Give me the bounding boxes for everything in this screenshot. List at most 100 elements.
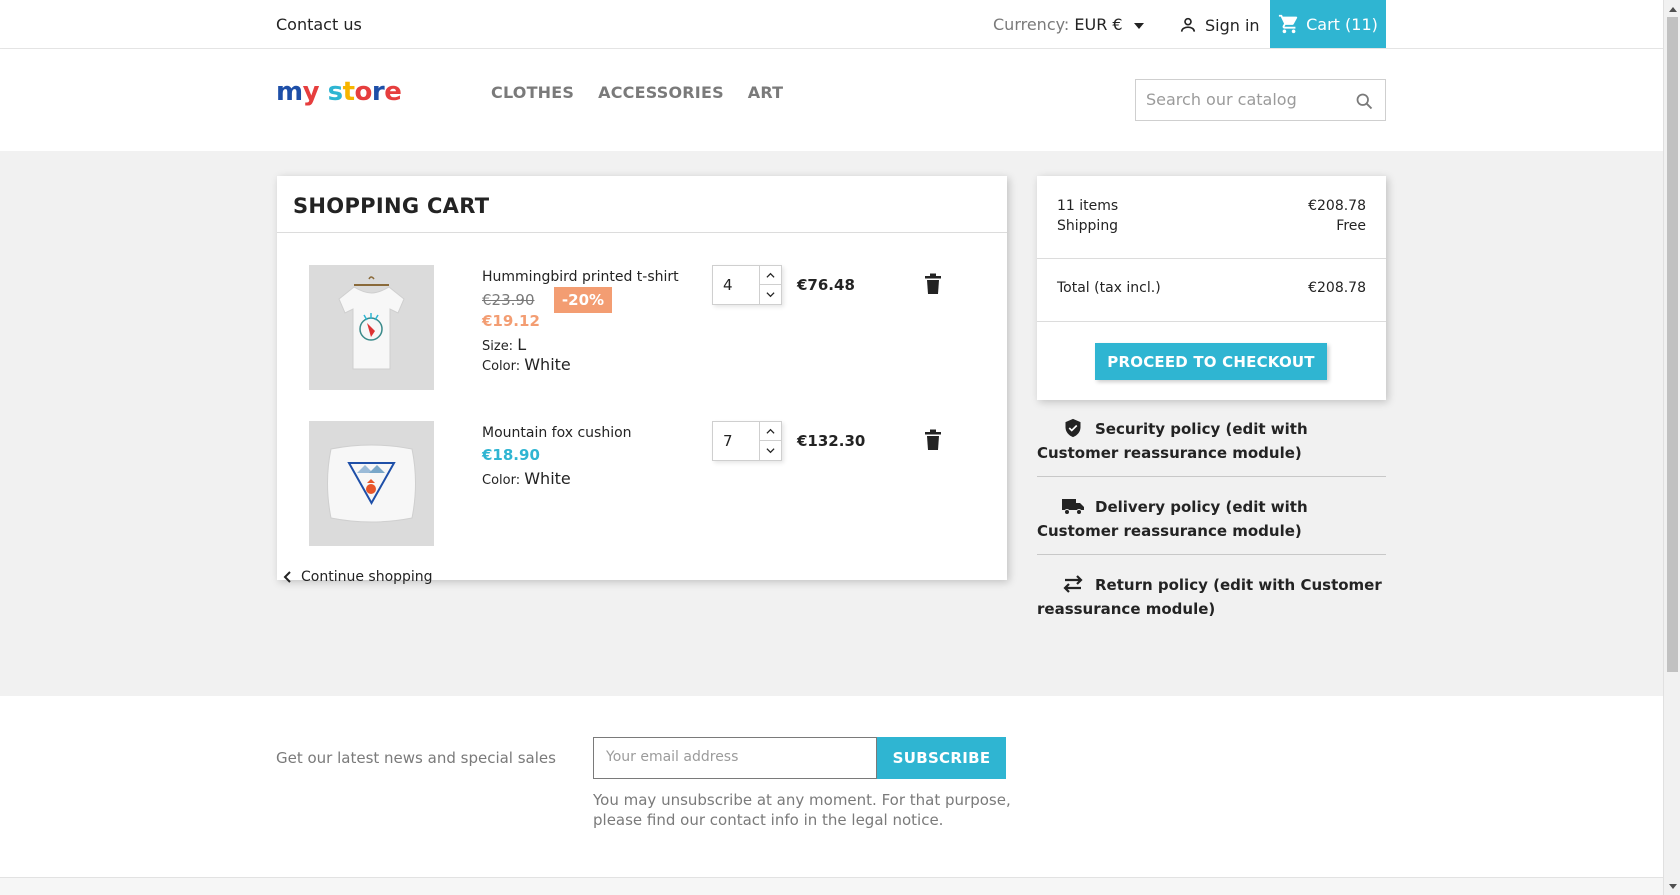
currency-label: Currency: <box>993 15 1070 34</box>
cart-line-item: Mountain fox cushion €18.90 Color: White… <box>277 421 1007 561</box>
quantity-decrease-button[interactable] <box>760 285 781 304</box>
chevron-down-icon <box>766 448 775 454</box>
color-label: Color: <box>482 473 521 488</box>
logo-letter: e <box>384 77 402 107</box>
regular-price: €23.90 <box>482 291 535 309</box>
divider <box>277 232 1007 233</box>
main-content: SHOPPING CART Hummingbird printed t-shir… <box>0 151 1663 696</box>
chevron-left-icon <box>283 571 291 583</box>
divider <box>1037 321 1386 322</box>
email-field-wrapper <box>593 737 877 779</box>
quantity-decrease-button[interactable] <box>760 441 781 460</box>
currency-value: EUR € <box>1074 15 1123 34</box>
logo-letter: y <box>302 77 320 107</box>
summary-shipping-row: Shipping Free <box>1057 218 1366 234</box>
scrollbar[interactable] <box>1663 0 1680 895</box>
quantity-stepper <box>712 265 782 305</box>
product-name-link[interactable]: Mountain fox cushion <box>482 425 632 441</box>
main-menu: CLOTHES ACCESSORIES ART <box>491 83 783 102</box>
product-image[interactable] <box>309 265 434 390</box>
newsletter-section: Get our latest news and special sales SU… <box>0 696 1663 881</box>
triangle-up-icon <box>1668 6 1677 12</box>
shopping-cart-icon <box>1279 14 1298 34</box>
menu-item-clothes[interactable]: CLOTHES <box>491 83 574 102</box>
scroll-up-button[interactable] <box>1664 0 1680 17</box>
triangle-down-icon <box>1668 883 1677 889</box>
newsletter-label: Get our latest news and special sales <box>276 749 556 767</box>
reassurance-text: Delivery policy (edit with <box>1095 498 1308 516</box>
site-header: my store CLOTHES ACCESSORIES ART <box>0 49 1663 151</box>
quantity-increase-button[interactable] <box>760 422 781 441</box>
quantity-input[interactable] <box>713 266 760 304</box>
top-nav-bar: Contact us Currency: EUR € Sign in Cart … <box>0 0 1663 49</box>
summary-total-row: Total (tax incl.) €208.78 <box>1057 280 1366 296</box>
newsletter-note: You may unsubscribe at any moment. For t… <box>593 791 1011 829</box>
quantity-input[interactable] <box>713 422 760 460</box>
reassurance-text: Security policy (edit with <box>1095 420 1308 438</box>
reassurance-security: Security policy (edit with Customer reas… <box>1037 417 1386 465</box>
chevron-down-icon <box>766 292 775 298</box>
cart-line-item: Hummingbird printed t-shirt €23.90 -20% … <box>277 265 1007 405</box>
reassurance-text: Customer reassurance module) <box>1037 522 1302 540</box>
logo-letter: r <box>371 77 385 107</box>
user-icon <box>1180 17 1196 32</box>
cart-summary: 11 items €208.78 Shipping Free Total (ta… <box>1037 176 1386 400</box>
menu-item-accessories[interactable]: ACCESSORIES <box>598 83 724 102</box>
continue-shopping-link[interactable]: Continue shopping <box>283 569 433 585</box>
swap-arrows-icon <box>1063 575 1083 593</box>
search-icon[interactable] <box>1354 91 1375 112</box>
discounted-price: €19.12 <box>482 312 540 330</box>
reassurance-text: reassurance module) <box>1037 600 1216 618</box>
divider <box>1037 258 1386 259</box>
chevron-up-icon <box>766 272 775 278</box>
line-total-price: €132.30 <box>797 432 866 450</box>
logo-letter: m <box>276 77 303 107</box>
proceed-to-checkout-button[interactable]: PROCEED TO CHECKOUT <box>1095 343 1327 380</box>
contact-us-link[interactable]: Contact us <box>276 15 362 34</box>
reassurance-text: Customer reassurance module) <box>1037 444 1302 462</box>
cart-button[interactable]: Cart (11) <box>1270 0 1386 48</box>
product-price: €18.90 <box>482 446 540 464</box>
email-field[interactable] <box>606 749 856 765</box>
trash-icon[interactable] <box>924 429 942 451</box>
color-value: White <box>524 355 571 374</box>
shipping-value: Free <box>1336 218 1366 234</box>
scroll-down-button[interactable] <box>1664 878 1680 895</box>
items-subtotal: €208.78 <box>1308 198 1366 214</box>
scrollbar-thumb[interactable] <box>1667 17 1678 672</box>
search-input[interactable] <box>1146 90 1336 109</box>
items-count: 11 items <box>1057 198 1119 214</box>
currency-selector[interactable]: Currency: EUR € <box>993 15 1144 34</box>
product-image[interactable] <box>309 421 434 546</box>
color-value: White <box>524 469 571 488</box>
reassurance-delivery: Delivery policy (edit with Customer reas… <box>1037 495 1386 543</box>
subscribe-button[interactable]: SUBSCRIBE <box>877 737 1006 779</box>
menu-item-art[interactable]: ART <box>748 83 784 102</box>
total-label: Total (tax incl.) <box>1057 280 1161 296</box>
reassurance-text: Return policy (edit with Customer <box>1095 576 1382 594</box>
continue-shopping-label: Continue shopping <box>301 569 433 585</box>
product-name-link[interactable]: Hummingbird printed t-shirt <box>482 269 679 285</box>
summary-items-row: 11 items €208.78 <box>1057 198 1366 214</box>
size-value: L <box>517 335 527 354</box>
divider <box>1037 476 1386 477</box>
size-label: Size: <box>482 339 514 354</box>
quantity-stepper <box>712 421 782 461</box>
tshirt-icon <box>309 265 434 390</box>
truck-icon <box>1062 499 1084 515</box>
logo-letter <box>319 77 328 107</box>
shield-check-icon <box>1065 418 1081 438</box>
quantity-increase-button[interactable] <box>760 266 781 285</box>
footer-strip <box>0 877 1663 895</box>
cushion-icon <box>309 421 434 546</box>
logo-letter: t <box>342 77 355 107</box>
store-logo[interactable]: my store <box>276 77 402 107</box>
discount-badge: -20% <box>554 287 612 313</box>
product-attribute-color: Color: White <box>482 469 571 488</box>
sign-in-link[interactable]: Sign in <box>1178 15 1260 35</box>
trash-icon[interactable] <box>924 273 942 295</box>
divider <box>1037 554 1386 555</box>
product-attribute-color: Color: White <box>482 355 571 374</box>
page-title: SHOPPING CART <box>293 194 490 218</box>
line-total-price: €76.48 <box>797 276 855 294</box>
